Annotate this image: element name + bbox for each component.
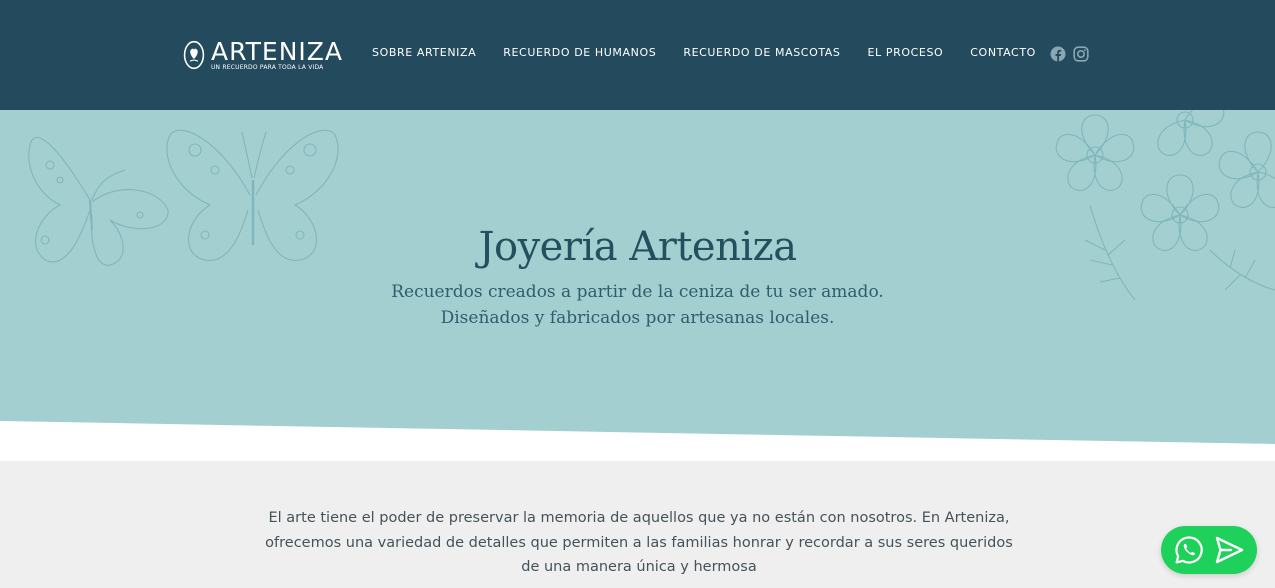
hero-subtitle-line-2: Diseñados y fabricados por artesanas loc… — [440, 308, 835, 328]
hero-section: Joyería Arteniza Recuerdos creados a par… — [0, 110, 1275, 461]
arteniza-logo-icon — [183, 40, 205, 70]
whatsapp-icon[interactable] — [1174, 535, 1204, 565]
send-icon[interactable] — [1214, 535, 1244, 565]
site-header: ARTENIZA UN RECUERDO PARA TODA LA VIDA S… — [0, 0, 1275, 110]
hero-title: Joyería Arteniza — [478, 224, 797, 270]
facebook-icon[interactable] — [1050, 46, 1066, 62]
site-logo[interactable]: ARTENIZA UN RECUERDO PARA TODA LA VIDA — [183, 35, 343, 75]
hero-subtitle: Recuerdos creados a partir de la ceniza … — [0, 279, 1275, 331]
main-nav: SOBRE ARTENIZA RECUERDO DE HUMANOS RECUE… — [372, 46, 1036, 62]
chat-widget[interactable] — [1161, 526, 1257, 574]
nav-item-recuerdo-de-humanos[interactable]: RECUERDO DE HUMANOS — [503, 46, 656, 62]
nav-item-recuerdo-de-mascotas[interactable]: RECUERDO DE MASCOTAS — [683, 46, 840, 62]
nav-item-contacto[interactable]: CONTACTO — [970, 46, 1036, 62]
hero-subtitle-line-1: Recuerdos creados a partir de la ceniza … — [391, 282, 884, 302]
social-links — [1050, 46, 1089, 62]
instagram-icon[interactable] — [1073, 46, 1089, 62]
logo-name: ARTENIZA — [210, 37, 343, 66]
logo-text: ARTENIZA UN RECUERDO PARA TODA LA VIDA — [211, 39, 343, 71]
intro-text: El arte tiene el poder de preservar la m… — [265, 510, 1013, 575]
nav-item-el-proceso[interactable]: EL PROCESO — [868, 46, 944, 62]
hero-divider — [0, 421, 1275, 461]
logo-tagline: UN RECUERDO PARA TODA LA VIDA — [210, 64, 324, 71]
nav-item-sobre-arteniza[interactable]: SOBRE ARTENIZA — [372, 46, 476, 62]
